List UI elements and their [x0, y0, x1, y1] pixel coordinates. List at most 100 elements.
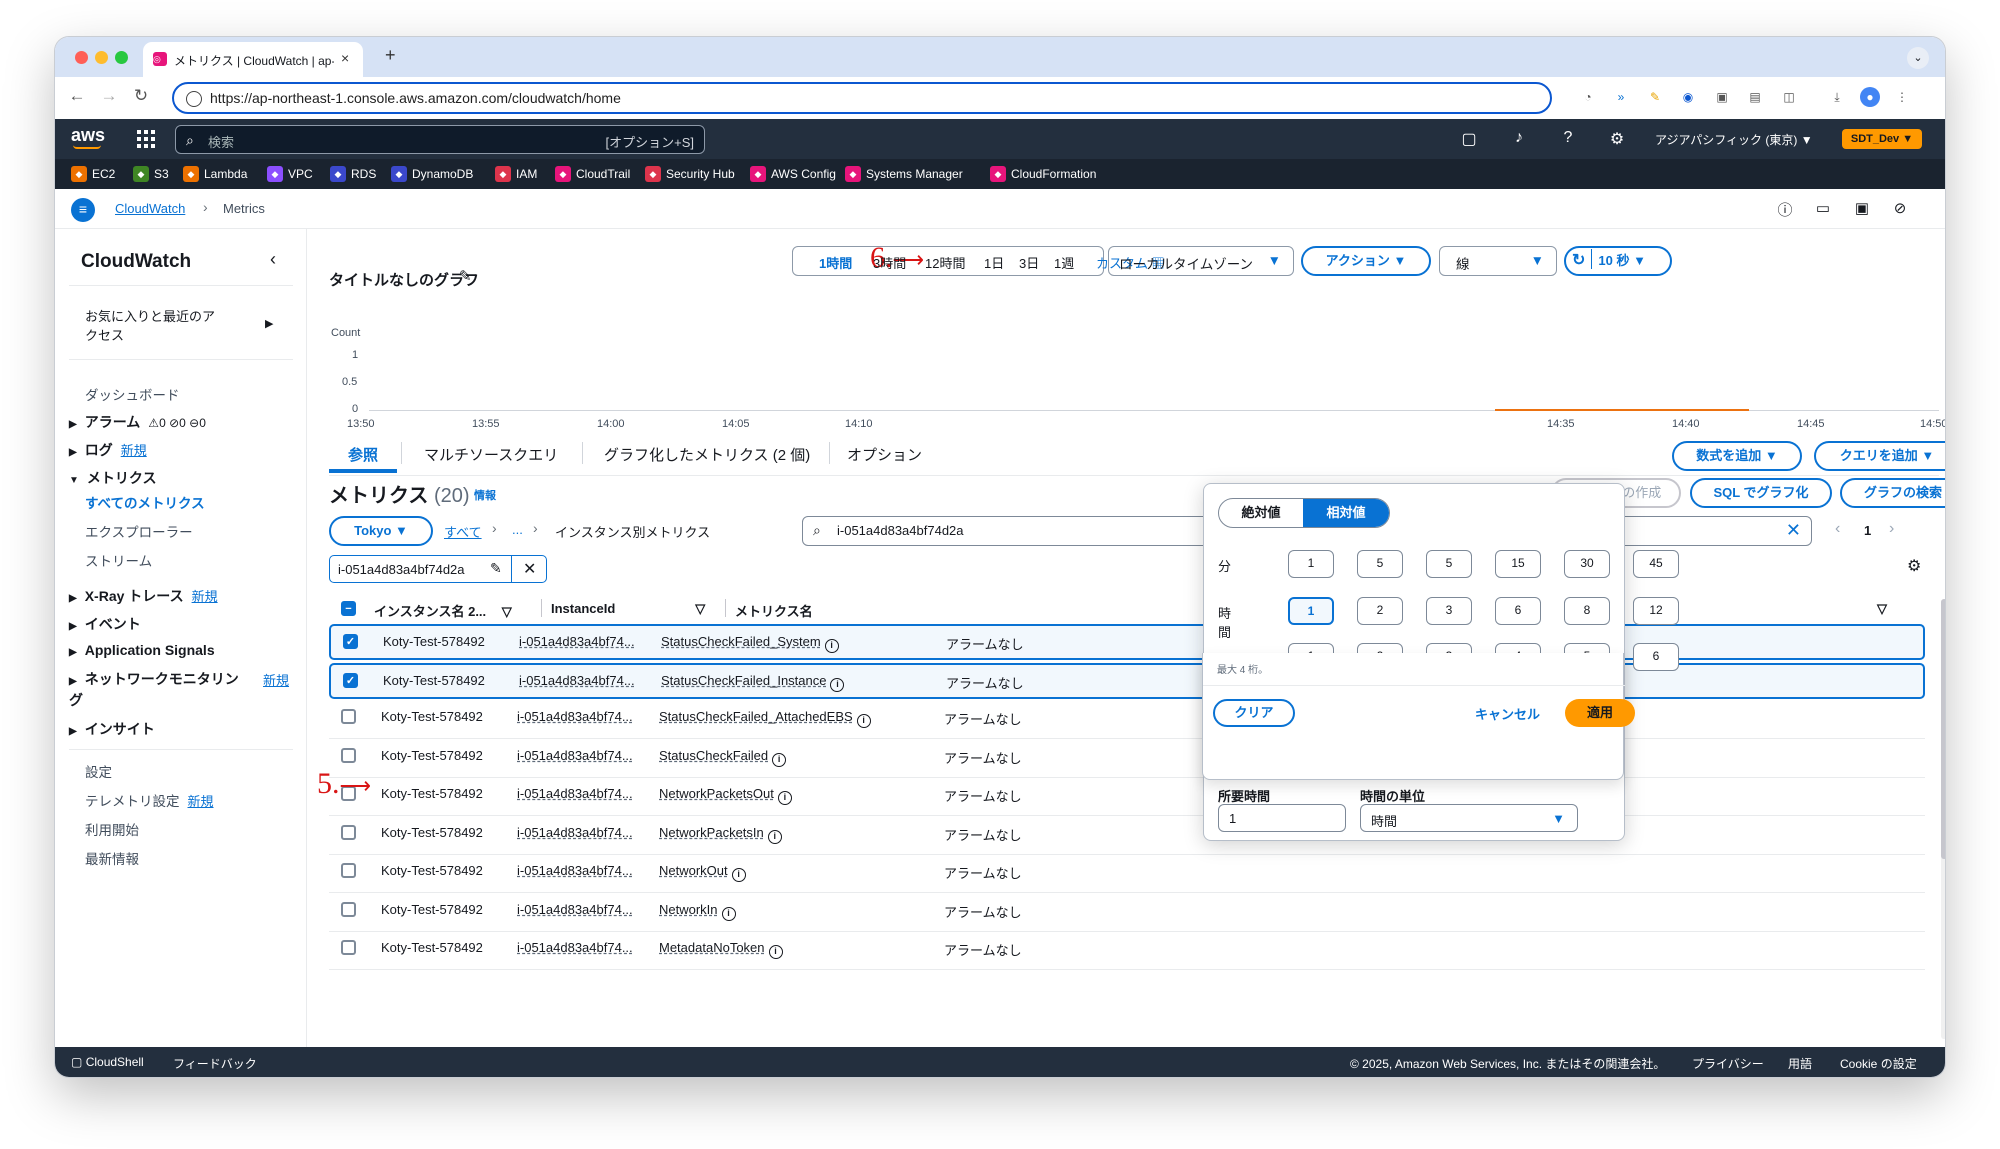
instance-id-link[interactable]: i-051a4d83a4bf74...	[517, 786, 633, 801]
prev-page-icon[interactable]: ‹	[1835, 520, 1840, 538]
row-checkbox[interactable]: ✓	[343, 672, 358, 688]
quick-select-button[interactable]: 8	[1564, 596, 1610, 625]
scrollbar-thumb[interactable]	[1941, 599, 1945, 859]
add-formula-button[interactable]: 数式を追加 ▼	[1672, 441, 1802, 471]
instance-id-link[interactable]: i-051a4d83a4bf74...	[517, 748, 633, 763]
instance-id-link[interactable]: i-051a4d83a4bf74...	[519, 634, 635, 649]
tab-search-icon[interactable]: ⌄	[1907, 47, 1929, 69]
edit-title-pencil-icon[interactable]: ✎	[459, 267, 472, 285]
tab-options[interactable]: オプション	[847, 444, 922, 465]
aws-search-input[interactable]: ⌕ 検索 [オプション+S]	[175, 125, 705, 154]
time-3d[interactable]: 3日	[1019, 253, 1039, 272]
cancel-button[interactable]: キャンセル	[1475, 704, 1540, 723]
close-tab-icon[interactable]: ×	[341, 50, 349, 66]
collapse-sidenav-icon[interactable]: ‹	[270, 249, 276, 270]
browser-tab[interactable]: ◎ メトリクス | CloudWatch | ap-north ×	[143, 42, 363, 77]
copy-extension-icon[interactable]: ▤	[1745, 87, 1765, 107]
sidenav-item-streams[interactable]: ストリーム	[85, 550, 152, 570]
breadcrumb-cloudwatch[interactable]: CloudWatch	[115, 201, 185, 216]
time-1w[interactable]: 1週	[1054, 253, 1074, 272]
metric-name-link[interactable]: NetworkPacketsIn i	[659, 825, 782, 844]
row-checkbox[interactable]	[341, 747, 356, 763]
quick-select-button[interactable]: 5	[1357, 550, 1403, 578]
favorite-lambda[interactable]: ◆ Lambda	[183, 166, 247, 182]
folder-icon[interactable]: ▭	[1813, 199, 1833, 217]
extensions-puzzle-icon[interactable]: ◫	[1779, 87, 1799, 107]
row-checkbox[interactable]	[341, 940, 356, 955]
info-icon[interactable]: i	[777, 791, 792, 805]
tools-icon[interactable]: ⊘	[1890, 199, 1910, 217]
graph-type-select[interactable]: 線 ▼	[1439, 246, 1557, 276]
info-icon[interactable]: i	[721, 906, 736, 921]
services-grid-icon[interactable]	[137, 130, 155, 148]
table-scrollbar[interactable]	[1941, 599, 1945, 1039]
metric-name-link[interactable]: NetworkIn i	[659, 902, 736, 921]
table-row[interactable]: Koty-Test-578492 i-051a4d83a4bf74... Statu…	[329, 701, 1925, 739]
page-number[interactable]: 1	[1864, 523, 1871, 538]
quick-select-button[interactable]: 2	[1357, 596, 1403, 625]
sidenav-item-all-metrics[interactable]: すべてのメトリクス	[85, 492, 205, 512]
quick-select-button[interactable]: 12	[1633, 596, 1679, 625]
favorite-vpc[interactable]: ◆ VPC	[267, 166, 313, 182]
select-all-checkbox[interactable]: −	[341, 601, 356, 616]
quick-select-button[interactable]: 15	[1495, 550, 1541, 578]
metric-name-link[interactable]: NetworkOut i	[659, 863, 746, 882]
info-icon[interactable]: i	[731, 868, 746, 882]
help-icon[interactable]: ?	[1558, 129, 1578, 147]
next-page-icon[interactable]: ›	[1889, 520, 1894, 538]
extension-icon[interactable]: ◔	[1578, 87, 1598, 107]
refresh-button[interactable]: ↻ 10 秒 ▼	[1564, 246, 1672, 276]
row-checkbox[interactable]	[341, 863, 356, 878]
info-icon[interactable]: i	[768, 945, 783, 959]
info-icon[interactable]: i	[767, 829, 782, 844]
profile-avatar[interactable]: ●	[1860, 87, 1880, 107]
metric-name-link[interactable]: MetadataNoToken i	[659, 940, 783, 959]
metric-name-link[interactable]: StatusCheckFailed i	[659, 748, 787, 767]
tab-multi-source-query[interactable]: マルチソースクエリ	[424, 444, 558, 465]
quick-select-button[interactable]: 30	[1564, 550, 1610, 578]
sidenav-item-insights[interactable]: ▶ インサイト	[69, 719, 155, 739]
sidenav-item-network[interactable]: ▶ ネットワークモニタリング	[69, 670, 239, 710]
instance-id-link[interactable]: i-051a4d83a4bf74...	[517, 863, 633, 878]
row-checkbox[interactable]	[341, 709, 356, 724]
row-checkbox[interactable]: ✓	[343, 634, 358, 649]
cookie-settings-link[interactable]: Cookie の設定	[1840, 1055, 1917, 1072]
quick-select-button[interactable]: 6	[1633, 643, 1679, 671]
info-icon[interactable]: i	[856, 714, 871, 728]
favorite-security-hub[interactable]: ◆ Security Hub	[645, 166, 735, 182]
quick-select-button[interactable]: 6	[1495, 596, 1541, 625]
info-link[interactable]: 情報	[474, 487, 496, 503]
settings-gear-icon[interactable]: ⚙	[1607, 129, 1627, 149]
hamburger-menu-icon[interactable]: ≡	[71, 198, 95, 222]
instance-id-link[interactable]: i-051a4d83a4bf74...	[517, 825, 633, 840]
quick-select-button[interactable]: 45	[1633, 550, 1679, 578]
caret-right-icon[interactable]: ▶	[265, 317, 273, 330]
account-menu[interactable]: SDT_Dev ▼	[1842, 129, 1922, 149]
sidenav-item-explorer[interactable]: エクスプローラー	[85, 521, 193, 541]
favorite-iam[interactable]: ◆ IAM	[495, 166, 537, 182]
apply-button[interactable]: 適用	[1565, 699, 1635, 727]
unit-select[interactable]: 時間 ▼	[1360, 804, 1578, 832]
edit-token-pencil-icon[interactable]: ✎	[490, 560, 502, 577]
table-row[interactable]: ✓ Koty-Test-578492 i-051a4d83a4bf74... Stat…	[329, 624, 1925, 660]
region-filter-button[interactable]: Tokyo ▼	[329, 516, 433, 546]
time-12h[interactable]: 12時間	[925, 253, 965, 272]
row-checkbox[interactable]	[341, 824, 356, 840]
favorite-s3[interactable]: ◆ S3	[133, 166, 169, 182]
password-extension-icon[interactable]: ◉	[1678, 87, 1698, 107]
instance-id-link[interactable]: i-051a4d83a4bf74...	[517, 940, 633, 955]
metric-name-link[interactable]: StatusCheckFailed_Instance i	[661, 673, 845, 692]
site-info-icon[interactable]	[186, 91, 202, 107]
quick-select-button[interactable]: 1	[1288, 596, 1334, 625]
time-3h[interactable]: 3時間	[873, 253, 906, 272]
quick-select-button[interactable]: 3	[1426, 596, 1472, 625]
clipboard-extension-icon[interactable]: ▣	[1712, 87, 1732, 107]
sidenav-item-whats-new[interactable]: 最新情報	[85, 848, 139, 868]
table-row[interactable]: Koty-Test-578492 i-051a4d83a4bf74... Statu…	[329, 740, 1925, 778]
sql-graph-button[interactable]: SQL でグラフ化	[1690, 478, 1832, 508]
breadcrumb-ellipsis[interactable]: ...	[512, 522, 523, 537]
sidenav-item-metrics[interactable]: ▼ メトリクス	[69, 468, 157, 488]
remove-token-icon[interactable]: ✕	[523, 559, 536, 579]
absolute-toggle[interactable]: 絶対値	[1219, 499, 1303, 527]
column-instance-name[interactable]: インスタンス名 2... ▽	[374, 601, 512, 620]
